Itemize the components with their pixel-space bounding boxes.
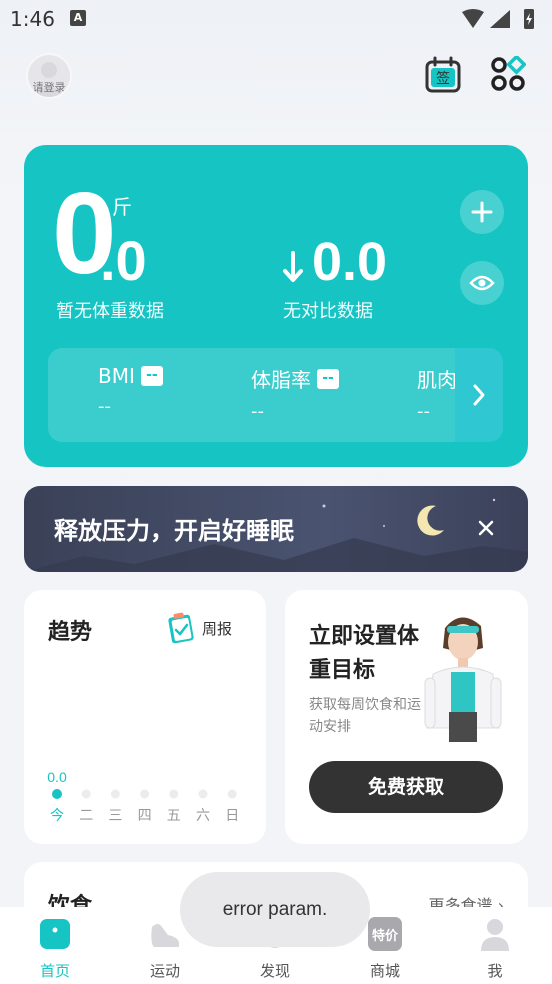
eye-icon xyxy=(469,275,495,291)
trend-category-label: 今 xyxy=(50,808,64,822)
trend-point xyxy=(140,789,150,799)
trend-value-label: 0.0 xyxy=(47,769,67,785)
trend-point xyxy=(52,789,62,799)
metric-value: -- xyxy=(251,401,264,422)
no-compare-text: 无对比数据 xyxy=(283,301,373,322)
trend-category-label: 日 xyxy=(225,808,239,822)
error-toast: error param. xyxy=(180,872,370,947)
sleep-banner[interactable]: 释放压力，开启好睡眠 xyxy=(24,486,528,572)
metrics-next-button[interactable] xyxy=(455,348,503,442)
weekly-report-label: 周报 xyxy=(202,620,233,638)
sign-in-calendar-icon[interactable]: 签 xyxy=(424,56,462,94)
report-clipboard-icon xyxy=(168,612,194,644)
trend-point xyxy=(110,789,120,799)
login-label: 请登录 xyxy=(32,81,66,94)
moon-icon xyxy=(417,505,444,536)
close-icon[interactable] xyxy=(476,518,496,538)
metric-badge: -- xyxy=(317,368,339,389)
nav-label: 商城 xyxy=(369,962,400,980)
trend-chart: 今 二 三 四 五 六 日 0.0 xyxy=(47,769,239,822)
metric-value: -- xyxy=(417,401,430,422)
sleep-banner-text: 释放压力，开启好睡眠 xyxy=(54,517,294,545)
trend-category-label: 三 xyxy=(108,808,122,822)
notification-icon: A xyxy=(70,10,86,26)
trend-point xyxy=(169,789,179,799)
status-time: 1:46 xyxy=(10,7,55,31)
metric-body-fat[interactable]: 体脂率 -- -- xyxy=(251,364,339,422)
get-free-plan-button[interactable]: 免费获取 xyxy=(309,761,503,813)
add-weight-button[interactable] xyxy=(460,190,504,234)
avatar-login[interactable]: 请登录 xyxy=(26,53,72,99)
chevron-right-icon xyxy=(473,384,485,406)
metric-label: BMI xyxy=(98,364,135,388)
goal-card[interactable]: 立即设置体重目标 获取每周饮食和运动安排 免费获取 xyxy=(285,590,528,844)
weight-unit: 斤 xyxy=(112,195,132,219)
trend-category-label: 六 xyxy=(196,808,210,822)
trend-point xyxy=(198,789,208,799)
goal-title: 立即设置体重目标 xyxy=(309,624,420,683)
nav-label: 我 xyxy=(487,962,503,980)
weight-card[interactable]: 0 .0 斤 暂无体重数据 0.0 无对比数据 BMI -- -- 体脂率 -- -… xyxy=(24,145,528,467)
shoe-icon xyxy=(151,924,179,947)
weight-decimal: .0 xyxy=(100,229,147,292)
plus-icon xyxy=(471,201,493,223)
toggle-visibility-button[interactable] xyxy=(460,261,504,305)
trend-point xyxy=(81,789,91,799)
trend-category-label: 四 xyxy=(138,808,152,822)
arrow-down-icon xyxy=(283,251,303,282)
nav-item-home[interactable]: 首页 xyxy=(0,907,110,984)
metric-value: -- xyxy=(98,396,111,417)
trend-category-label: 二 xyxy=(79,808,93,822)
nav-item-me[interactable]: 我 xyxy=(440,907,550,984)
profile-icon xyxy=(481,919,509,951)
metric-bmi[interactable]: BMI -- -- xyxy=(98,364,163,417)
mall-icon: 特价 xyxy=(368,917,402,951)
nav-label: 发现 xyxy=(259,962,290,980)
compare-value: 0.0 xyxy=(312,232,388,292)
sign-in-badge: 签 xyxy=(436,70,450,87)
weekly-report-button[interactable]: 周报 xyxy=(166,612,242,644)
body-metrics-strip[interactable]: BMI -- -- 体脂率 -- -- 肌肉 -- xyxy=(48,348,503,442)
home-icon xyxy=(40,919,70,949)
trend-category-label: 五 xyxy=(167,808,181,822)
apps-grid-icon[interactable] xyxy=(490,56,526,92)
nav-label: 运动 xyxy=(149,962,180,980)
metric-label: 体脂率 xyxy=(251,368,311,392)
goal-subtitle: 获取每周饮食和运动安排 xyxy=(309,697,421,735)
metric-muscle[interactable]: 肌肉 -- xyxy=(417,364,457,422)
trend-card[interactable]: 趋势 周报 今 二 三 四 五 六 日 0.0 xyxy=(24,590,266,844)
metric-badge: -- xyxy=(140,366,163,386)
system-status-icons xyxy=(462,9,534,29)
no-weight-text: 暂无体重数据 xyxy=(56,301,164,322)
trend-title: 趋势 xyxy=(48,620,93,645)
status-bar: 1:46 A xyxy=(0,0,552,38)
trend-point xyxy=(227,789,237,799)
metric-label: 肌肉 xyxy=(417,368,457,392)
mall-badge: 特价 xyxy=(372,928,399,944)
coach-illustration xyxy=(424,617,502,742)
nav-label: 首页 xyxy=(39,962,70,980)
